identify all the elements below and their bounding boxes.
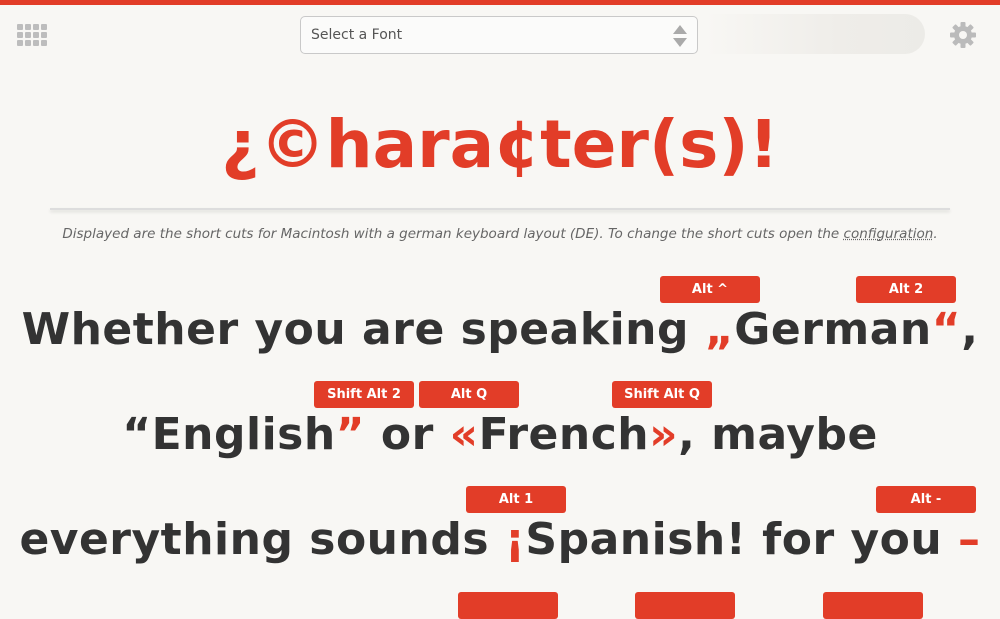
shortcut-badge-shift-alt-2[interactable]: Shift Alt 2 [314, 381, 414, 408]
text-segment: or [365, 409, 450, 460]
text-segment: everything sounds [19, 514, 504, 565]
en-dash[interactable]: – [958, 514, 981, 565]
shortcut-badge-partial[interactable] [823, 592, 923, 619]
french-open-guillemet[interactable]: « [450, 409, 479, 460]
text-segment: Whether you are speaking [22, 304, 705, 355]
sentence-line-1: Whether you are speaking „German“, [0, 304, 1000, 355]
sentence-line-2: “English” or «French», maybe [0, 409, 1000, 460]
faded-panel [705, 14, 925, 54]
notice-end: . [933, 226, 937, 242]
text-segment: French [479, 409, 650, 460]
select-arrows-icon [673, 25, 687, 47]
french-close-guillemet[interactable]: » [649, 409, 678, 460]
text-segment: , [961, 304, 978, 355]
gear-icon[interactable] [949, 21, 977, 49]
notice-text: Displayed are the short cuts for Macinto… [62, 226, 843, 242]
shortcut-badge-alt-1[interactable]: Alt 1 [466, 486, 566, 513]
english-open-quote: “ [122, 409, 151, 460]
text-segment: English [152, 409, 336, 460]
text-segment: , maybe [678, 409, 878, 460]
shortcut-badge-alt-2[interactable]: Alt 2 [856, 276, 956, 303]
english-close-quote[interactable]: ” [336, 409, 365, 460]
shortcut-badge-alt-caret[interactable]: Alt ^ [660, 276, 760, 303]
shortcut-badge-alt-dash[interactable]: Alt - [876, 486, 976, 513]
shortcut-badge-partial[interactable] [635, 592, 735, 619]
page-title: ¿©hara¢ter(s)! [0, 100, 1000, 190]
shortcut-badge-alt-q[interactable]: Alt Q [419, 381, 519, 408]
top-accent-bar [0, 0, 1000, 5]
inverted-exclamation[interactable]: ¡ [505, 514, 526, 565]
german-close-quote[interactable]: “ [932, 304, 961, 355]
configuration-link[interactable]: configuration [844, 226, 934, 242]
font-select[interactable]: Select a Font [300, 16, 698, 54]
shortcut-badge-shift-alt-q[interactable]: Shift Alt Q [612, 381, 712, 408]
title-divider [50, 208, 950, 210]
grid-menu-icon[interactable] [17, 24, 47, 46]
german-open-quote[interactable]: „ [705, 304, 734, 355]
shortcut-badge-partial[interactable] [458, 592, 558, 619]
font-select-label: Select a Font [311, 27, 402, 43]
text-segment: Spanish! for you [525, 514, 958, 565]
text-segment: German [734, 304, 932, 355]
shortcut-notice: Displayed are the short cuts for Macinto… [0, 226, 1000, 242]
sentence-line-3: everything sounds ¡Spanish! for you – [0, 514, 1000, 565]
